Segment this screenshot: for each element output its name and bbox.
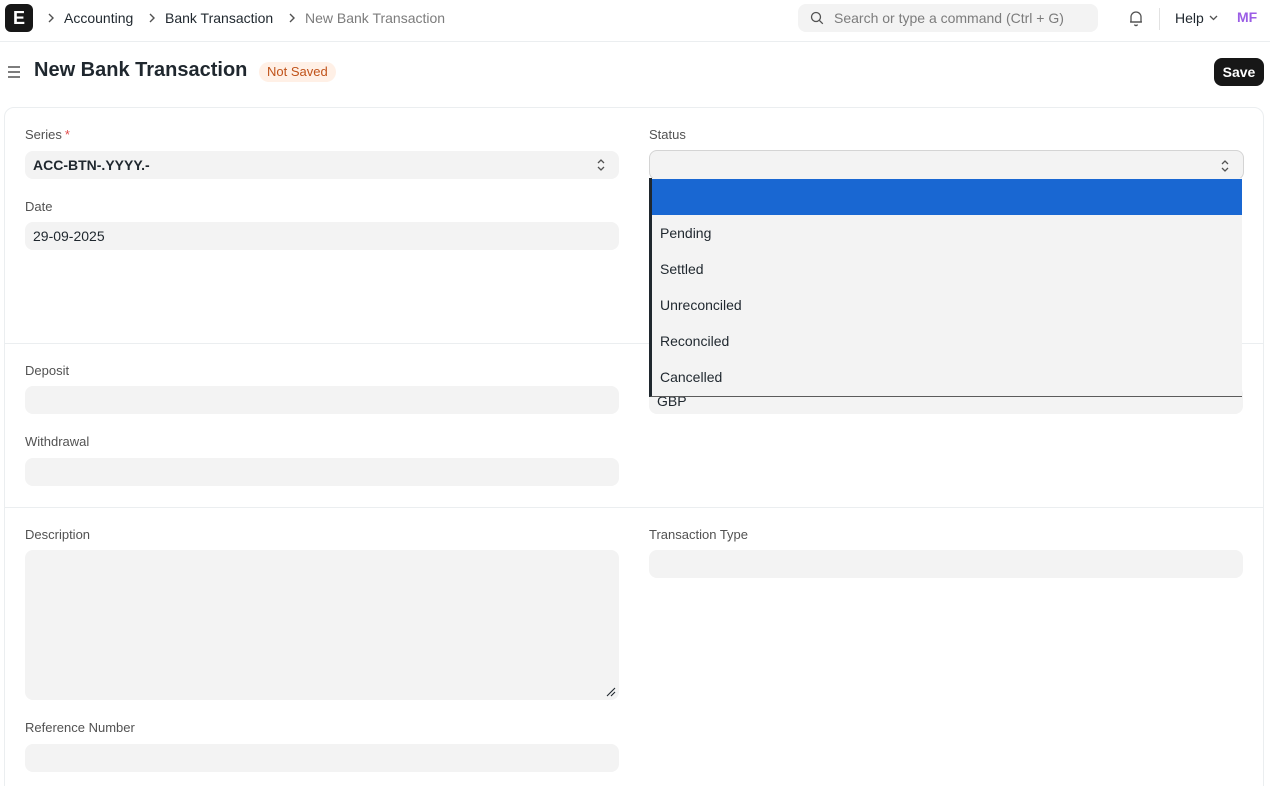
status-option-cancelled[interactable]: Cancelled [652, 359, 1242, 395]
resize-grip-icon[interactable] [606, 687, 616, 697]
chevron-down-icon[interactable] [1209, 15, 1218, 21]
required-asterisk: * [64, 127, 70, 142]
deposit-label: Deposit [25, 363, 70, 378]
chevron-right-icon [289, 13, 295, 23]
save-button[interactable]: Save [1214, 58, 1264, 86]
transaction-type-label: Transaction Type [649, 527, 748, 542]
search-icon [810, 11, 824, 25]
search-bar[interactable]: Search or type a command (Ctrl + G) [798, 4, 1098, 32]
chevron-right-icon [149, 13, 155, 23]
withdrawal-label: Withdrawal [25, 434, 90, 449]
description-textarea[interactable] [25, 550, 619, 700]
reference-number-field[interactable] [25, 744, 619, 772]
navbar-divider [1159, 8, 1160, 30]
breadcrumb-accounting[interactable]: Accounting [64, 10, 133, 26]
user-avatar[interactable]: MF [1237, 9, 1257, 25]
status-option-unreconciled[interactable]: Unreconciled [652, 287, 1242, 323]
date-field[interactable]: 29-09-2025 [25, 222, 619, 250]
select-arrows-icon [597, 159, 605, 171]
section-divider [5, 507, 1263, 508]
app-logo[interactable]: E [5, 4, 33, 32]
help-menu[interactable]: Help [1175, 10, 1204, 26]
status-option-pending[interactable]: Pending [652, 215, 1242, 251]
series-value: ACC-BTN-.YYYY.- [33, 157, 150, 173]
page-title: New Bank Transaction [34, 59, 248, 81]
withdrawal-field[interactable] [25, 458, 619, 486]
series-select[interactable]: ACC-BTN-.YYYY.- [25, 151, 619, 179]
breadcrumb-bank-transaction[interactable]: Bank Transaction [165, 10, 273, 26]
status-option-settled[interactable]: Settled [652, 251, 1242, 287]
status-label: Status [649, 127, 686, 142]
reference-number-label: Reference Number [25, 720, 135, 735]
status-select[interactable] [649, 150, 1244, 180]
chevron-right-icon [48, 13, 54, 23]
breadcrumb-new-bank-transaction[interactable]: New Bank Transaction [305, 10, 445, 26]
status-badge: Not Saved [259, 62, 336, 82]
deposit-field[interactable] [25, 386, 619, 414]
search-placeholder: Search or type a command (Ctrl + G) [834, 10, 1064, 26]
notification-bell-icon[interactable] [1127, 9, 1145, 27]
description-label: Description [25, 527, 91, 542]
date-label: Date [25, 199, 53, 214]
status-dropdown-list: Pending Settled Unreconciled Reconciled … [649, 178, 1242, 397]
top-navbar: E Accounting Bank Transaction New Bank T… [0, 0, 1270, 42]
status-option-reconciled[interactable]: Reconciled [652, 323, 1242, 359]
status-option-blank[interactable] [652, 179, 1242, 215]
sidebar-toggle-icon[interactable] [7, 65, 21, 79]
series-label: Series * [25, 127, 70, 142]
select-arrows-icon [1221, 160, 1229, 172]
date-value: 29-09-2025 [33, 228, 105, 244]
transaction-type-field[interactable] [649, 550, 1243, 578]
